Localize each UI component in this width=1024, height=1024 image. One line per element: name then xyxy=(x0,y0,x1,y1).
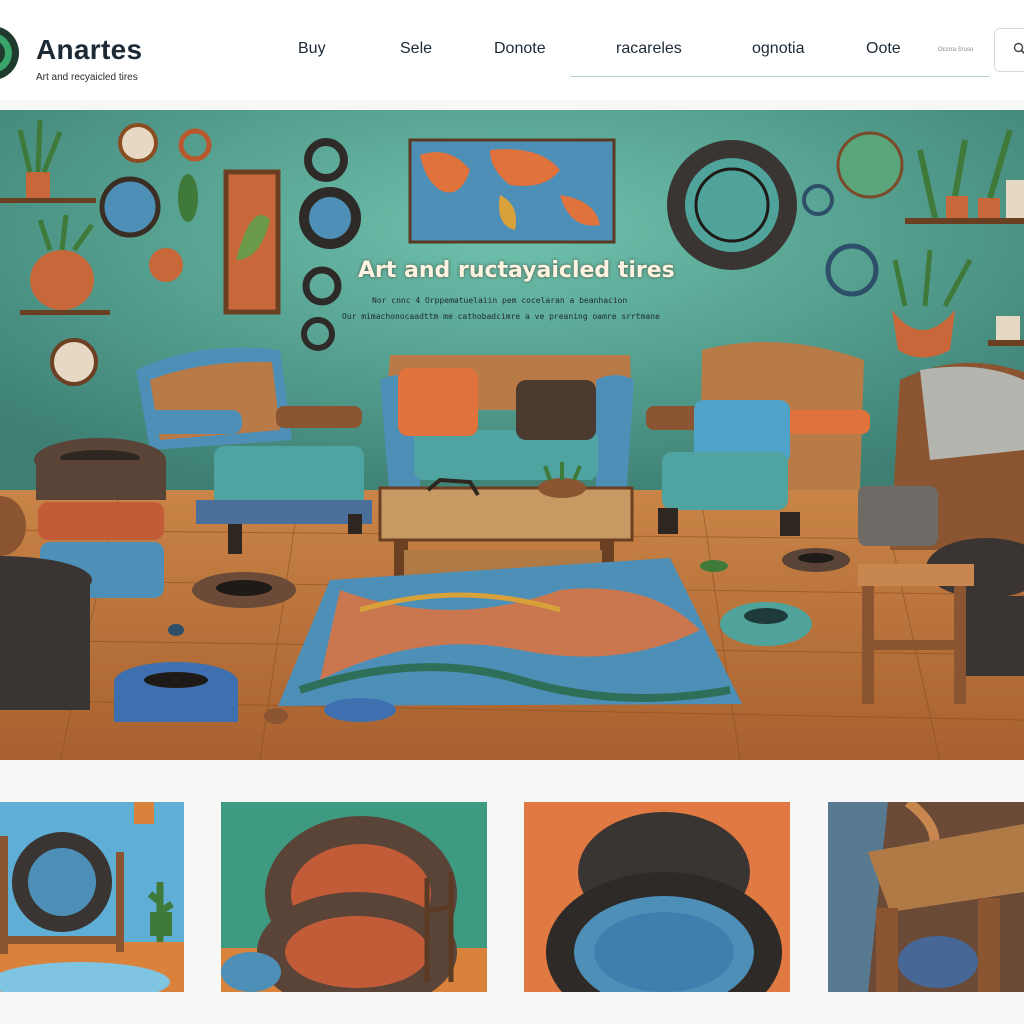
brand-logo-icon[interactable] xyxy=(0,24,20,82)
hero-title: Art and ructayaicled tires xyxy=(358,258,675,283)
search-icon xyxy=(1013,42,1024,55)
hero-subtitle-line-2: Our mimachonocaadttm me cathobadcimre a … xyxy=(342,312,660,321)
nav-item-donote[interactable]: Donote xyxy=(494,40,546,58)
gallery-item-wood-table[interactable] xyxy=(828,802,1024,992)
nav-item-sele[interactable]: Sele xyxy=(400,40,432,58)
hero-banner: Art and ructayaicled tires Nor cnnc 4 Or… xyxy=(0,110,1024,760)
search-input[interactable] xyxy=(994,28,1024,72)
site-header: Anartes Art and recyaicled tires Buy Sel… xyxy=(0,0,1024,100)
stacked-tires-icon xyxy=(221,802,487,992)
tire-stand-icon xyxy=(0,802,184,992)
nav-divider xyxy=(570,76,990,77)
product-gallery xyxy=(0,760,1024,1024)
hero-subtitle-line-1: Nor cnnc 4 Orppematuelaiin pem cocelaran… xyxy=(372,296,628,305)
wood-table-icon xyxy=(828,802,1024,992)
nav-item-buy[interactable]: Buy xyxy=(298,40,326,58)
search-caption: Ocsrra Sruso xyxy=(938,47,974,53)
nav-item-oote[interactable]: Oote xyxy=(866,40,901,58)
brand-name[interactable]: Anartes xyxy=(36,34,142,66)
gallery-item-stacked-tires[interactable] xyxy=(221,802,487,992)
gallery-item-tire-stand[interactable] xyxy=(0,802,184,992)
nav-item-ognotia[interactable]: ognotia xyxy=(752,40,805,58)
tire-planter-icon xyxy=(524,802,790,992)
nav-item-racareles[interactable]: racareles xyxy=(616,40,682,58)
hero-living-room-illustration xyxy=(0,110,1024,760)
brand-tagline: Art and recyaicled tires xyxy=(36,72,138,83)
gallery-item-tire-planter[interactable] xyxy=(524,802,790,992)
